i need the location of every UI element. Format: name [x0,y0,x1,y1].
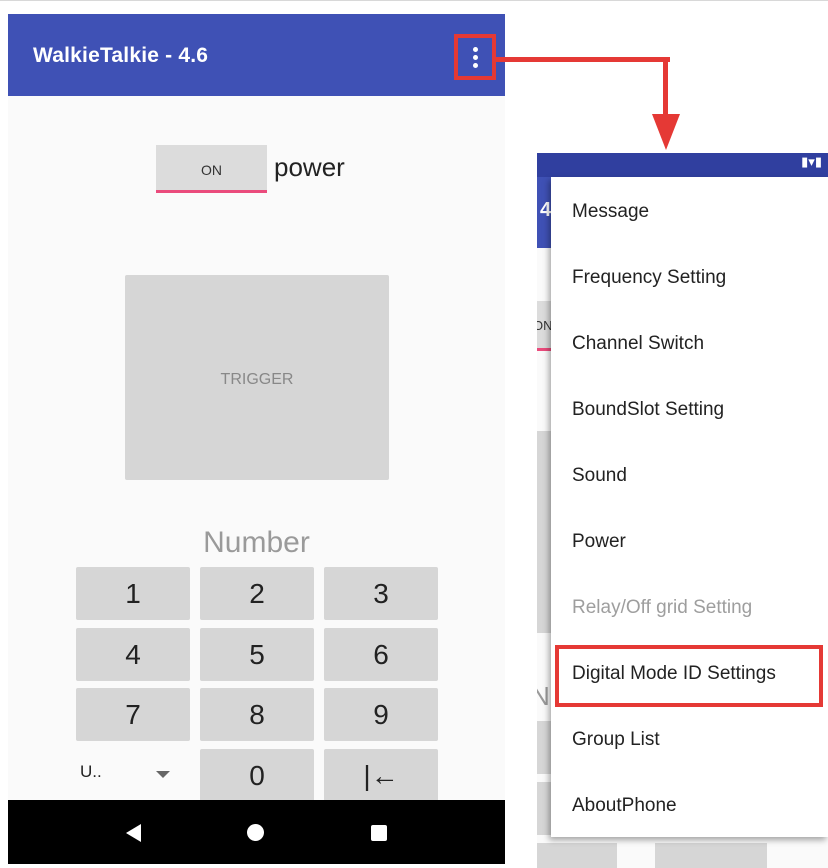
menu-item-label: AboutPhone [572,795,677,816]
trigger-button[interactable]: TRIGGER [125,275,389,480]
key-partial-row2 [537,782,551,835]
power-label: power [274,152,345,182]
power-toggle-label: ON [201,162,222,178]
menu-item-label: Sound [572,465,627,486]
key-1[interactable]: 1 [76,567,190,620]
callout-highlight-box [555,645,823,707]
key-partial-row1 [537,721,551,774]
callout-arrowhead [652,114,680,150]
navigation-bar [8,800,505,864]
number-display: Number [203,526,310,559]
app-bar: WalkieTalkie - 4.6 [8,14,505,96]
menu-item-label: Group List [572,729,660,750]
key-partial-row4a [537,843,617,868]
menu-item-frequency-setting[interactable]: Frequency Setting [551,243,828,309]
mode-dropdown[interactable]: U.. [76,746,192,801]
backspace-key[interactable]: |← [324,749,438,802]
menu-item-relay-off-grid-setting: Relay/Off grid Setting [551,573,828,639]
key-0[interactable]: 0 [200,749,314,802]
menu-item-power[interactable]: Power [551,507,828,573]
menu-item-message[interactable]: Message [551,177,828,243]
caret-down-icon [156,771,170,778]
status-icons: ▮▾▮ [801,154,822,169]
menu-item-boundslot-setting[interactable]: BoundSlot Setting [551,375,828,441]
key-4[interactable]: 4 [76,628,190,681]
callout-arrow-vertical [663,57,668,119]
home-icon[interactable] [247,824,264,841]
recents-icon[interactable] [371,825,387,841]
key-8[interactable]: 8 [200,688,314,741]
toggle-underline [156,190,267,193]
app-title: WalkieTalkie - 4.6 [33,44,209,67]
menu-item-aboutphone[interactable]: AboutPhone [551,771,828,837]
key-7[interactable]: 7 [76,688,190,741]
app-title-fragment: 4 [540,199,552,221]
key-3[interactable]: 3 [324,567,438,620]
menu-screen: ▮▾▮ 4 ON N Message Frequency Setting Cha… [537,153,828,868]
callout-arrow-horizontal [496,57,670,62]
menu-item-channel-switch[interactable]: Channel Switch [551,309,828,375]
menu-item-group-list[interactable]: Group List [551,705,828,771]
number-label-fragment: N [537,681,550,711]
power-toggle-button[interactable]: ON [156,145,267,193]
menu-item-label: Message [572,201,650,222]
dropdown-value: U.. [80,762,102,781]
frame-top-line [0,0,828,1]
key-9[interactable]: 9 [324,688,438,741]
menu-item-label: Frequency Setting [572,267,727,288]
menu-item-sound[interactable]: Sound [551,441,828,507]
key-2[interactable]: 2 [200,567,314,620]
trigger-button-partial [537,431,551,633]
main-screen: WalkieTalkie - 4.6 ON power TRIGGER Numb… [8,14,505,864]
overflow-menu-button[interactable] [454,34,496,80]
overflow-menu: Message Frequency Setting Channel Switch… [551,177,828,837]
menu-item-label: Relay/Off grid Setting [572,597,753,618]
status-bar: ▮▾▮ [537,153,828,177]
menu-item-label: BoundSlot Setting [572,399,725,420]
menu-item-label: Channel Switch [572,333,705,354]
more-vert-icon [473,47,478,68]
key-5[interactable]: 5 [200,628,314,681]
key-6[interactable]: 6 [324,628,438,681]
menu-item-label: Power [572,531,626,552]
key-partial-row4b [655,843,767,868]
back-icon[interactable] [126,824,141,842]
trigger-label: TRIGGER [220,371,294,388]
